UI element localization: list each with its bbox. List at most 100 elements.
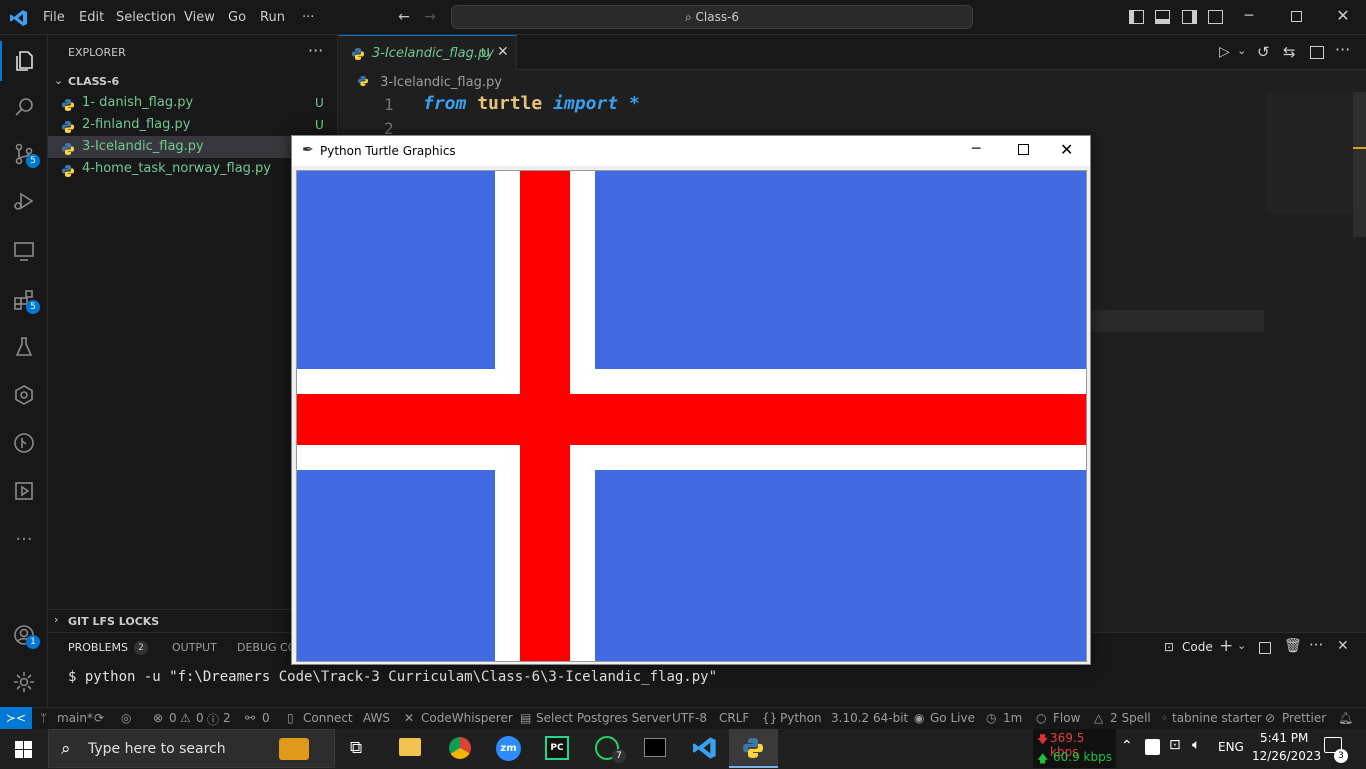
warning-count[interactable]: 0: [196, 711, 204, 725]
network-tray-icon[interactable]: ⊡: [1169, 737, 1181, 753]
info-count[interactable]: 2: [223, 711, 231, 725]
terminal-output[interactable]: $ python -u "f:\Dreamers Code\Track-3 Cu…: [68, 669, 717, 685]
codewhisperer-status[interactable]: CodeWhisperer: [421, 711, 513, 725]
explorer-more-icon[interactable]: ···: [308, 41, 323, 60]
run-debug-icon[interactable]: [0, 178, 48, 224]
encoding-status[interactable]: UTF-8: [672, 711, 707, 725]
split-editor-icon[interactable]: [1310, 46, 1324, 59]
file-item[interactable]: 1- danish_flag.py U: [48, 92, 338, 114]
vscode-taskbar-icon[interactable]: [693, 736, 717, 764]
pycharm-icon[interactable]: PC: [545, 736, 569, 760]
notifications-bell-icon[interactable]: 🔔︎: [1338, 711, 1353, 725]
run-file-icon[interactable]: ▷: [1219, 44, 1230, 60]
turtle-maximize-icon[interactable]: [1018, 144, 1029, 155]
search-icon[interactable]: [0, 84, 48, 130]
postgres-status[interactable]: Select Postgres Server: [536, 711, 671, 725]
new-terminal-icon[interactable]: +: [1219, 636, 1233, 656]
tabnine-status[interactable]: tabnine starter: [1172, 711, 1262, 725]
turtle-close-icon[interactable]: ✕: [1060, 140, 1073, 159]
aws-status[interactable]: AWS: [363, 711, 390, 725]
spell-status[interactable]: 2 Spell: [1110, 711, 1151, 725]
remote-explorer-icon[interactable]: [0, 228, 48, 274]
volume-tray-icon[interactable]: 🔈︎: [1192, 737, 1200, 753]
explorer-icon[interactable]: [0, 38, 48, 84]
minimize-icon[interactable]: ─: [1241, 8, 1257, 24]
tab-icelandic-flag[interactable]: 3-Icelandic_flag.py U ✕: [339, 35, 517, 70]
menu-run[interactable]: Run: [260, 10, 285, 25]
tab-problems[interactable]: PROBLEMS: [68, 641, 128, 654]
connect-status[interactable]: Connect: [303, 711, 353, 725]
zoom-icon[interactable]: zm: [496, 736, 521, 761]
toggle-secondary-sidebar-icon[interactable]: [1182, 10, 1197, 24]
branch-name[interactable]: main*: [57, 711, 93, 725]
manage-gear-icon[interactable]: [0, 659, 48, 705]
run-dropdown-icon[interactable]: ⌄: [1237, 44, 1246, 57]
prettier-status[interactable]: Prettier: [1282, 711, 1326, 725]
restore-icon[interactable]: [1291, 11, 1302, 22]
close-panel-icon[interactable]: ✕: [1337, 638, 1349, 654]
file-explorer-icon[interactable]: [399, 738, 421, 756]
chrome-icon[interactable]: [449, 737, 471, 759]
terminal-name[interactable]: Code: [1182, 640, 1213, 654]
golive-status[interactable]: Go Live: [930, 711, 975, 725]
forward-arrow-icon[interactable]: →: [422, 9, 438, 25]
sync-icon[interactable]: ⟳: [94, 711, 104, 725]
task-view-icon[interactable]: ⧉: [350, 738, 362, 758]
eol-status[interactable]: CRLF: [719, 711, 749, 725]
taskbar-search-box[interactable]: ⌕ Type here to search: [48, 729, 335, 768]
back-arrow-icon[interactable]: ←: [396, 9, 412, 25]
turtle-minimize-icon[interactable]: ─: [972, 141, 980, 157]
gitlens-status-icon[interactable]: ◎: [121, 711, 131, 725]
turtle-window-titlebar[interactable]: ✒ Python Turtle Graphics ─ ✕: [292, 136, 1090, 166]
remote-indicator-icon[interactable]: ≻<: [0, 707, 32, 729]
input-language[interactable]: ENG: [1218, 740, 1244, 754]
tab-output[interactable]: OUTPUT: [172, 641, 217, 654]
terminal-app-icon[interactable]: [644, 738, 666, 757]
clock-time[interactable]: 5:41 PM: [1260, 731, 1308, 745]
language-status[interactable]: Python: [780, 711, 822, 725]
code-line-1[interactable]: from turtle import *: [423, 93, 640, 114]
extensions-icon[interactable]: 5: [0, 277, 48, 323]
video-player-icon[interactable]: [0, 468, 48, 514]
time-status[interactable]: 1m: [1003, 711, 1022, 725]
flow-status[interactable]: Flow: [1053, 711, 1080, 725]
tab-close-icon[interactable]: ✕: [497, 44, 509, 60]
split-terminal-icon[interactable]: [1259, 642, 1271, 654]
timeline-icon[interactable]: ↺: [1257, 43, 1270, 61]
source-control-icon[interactable]: 5: [0, 131, 48, 177]
panel-more-icon[interactable]: ···: [1309, 636, 1323, 654]
file-item[interactable]: 2-finland_flag.py U: [48, 114, 338, 136]
terminal-dropdown-icon[interactable]: ⌄: [1237, 639, 1246, 652]
more-views-icon[interactable]: ···: [0, 516, 48, 562]
editor-more-icon[interactable]: ···: [1335, 40, 1350, 59]
editor-scrollbar[interactable]: [1353, 92, 1366, 237]
turtle-canvas[interactable]: [296, 170, 1087, 662]
menu-more[interactable]: ···: [302, 10, 314, 25]
customize-layout-icon[interactable]: [1208, 10, 1223, 24]
ports-count[interactable]: 0: [262, 711, 270, 725]
close-window-icon[interactable]: ✕: [1335, 8, 1351, 24]
menu-view[interactable]: View: [184, 10, 215, 25]
acrobat-tray-icon[interactable]: [1145, 739, 1160, 755]
python-taskbar-item[interactable]: [729, 729, 778, 768]
command-center-search[interactable]: ⌕ Class-6: [451, 5, 973, 29]
kill-terminal-trash-icon[interactable]: 🗑: [1284, 638, 1302, 654]
clock-date[interactable]: 12/26/2023: [1252, 749, 1321, 763]
compare-changes-icon[interactable]: ⇆: [1283, 43, 1296, 61]
testing-flask-icon[interactable]: [0, 324, 48, 370]
windows-start-icon[interactable]: [15, 741, 32, 762]
accounts-icon[interactable]: 1: [0, 612, 48, 658]
menu-selection[interactable]: Selection: [116, 10, 176, 25]
tab-debug-console[interactable]: DEBUG CO: [237, 641, 296, 654]
error-count[interactable]: 0: [169, 711, 177, 725]
menu-file[interactable]: File: [43, 10, 65, 25]
gitlens-icon[interactable]: [0, 372, 48, 418]
minimap[interactable]: [1267, 92, 1353, 214]
git-graph-icon[interactable]: [0, 420, 48, 466]
breadcrumb[interactable]: 3-Icelandic_flag.py: [358, 75, 502, 90]
folder-header[interactable]: ⌄ CLASS-6: [48, 71, 338, 93]
toggle-primary-sidebar-icon[interactable]: [1129, 10, 1144, 24]
menu-edit[interactable]: Edit: [79, 10, 104, 25]
tray-chevron-up-icon[interactable]: ⌃: [1121, 738, 1133, 754]
interpreter-version[interactable]: 3.10.2 64-bit: [831, 711, 908, 725]
